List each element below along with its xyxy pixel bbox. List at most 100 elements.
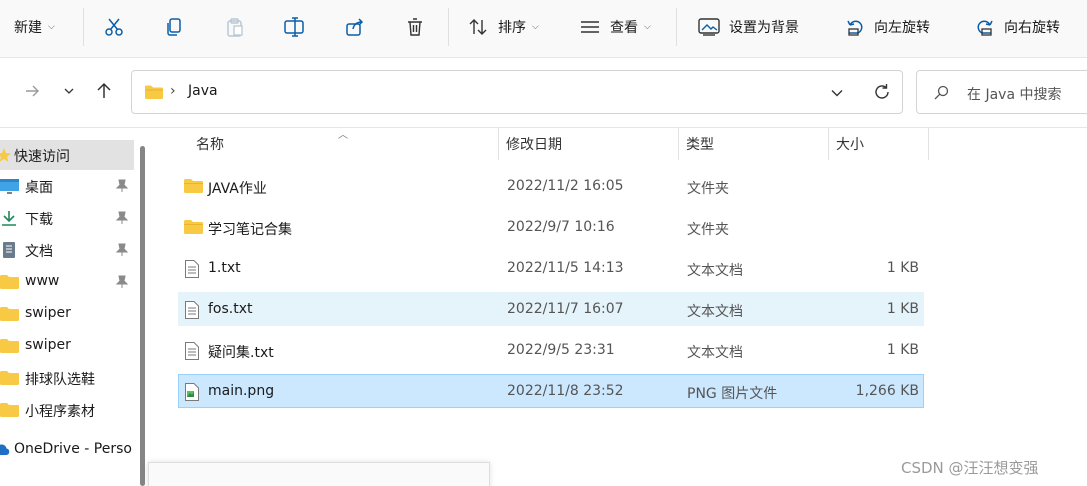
file-size: 1 KB (886, 260, 919, 276)
folder-icon (0, 403, 19, 417)
file-name: 疑问集.txt (208, 345, 274, 361)
sidebar-item-label: 桌面 (25, 180, 53, 196)
sort-button[interactable]: 排序 ⌵ (468, 0, 539, 54)
column-divider[interactable] (928, 128, 929, 160)
refresh-icon (875, 84, 889, 99)
recent-locations-button[interactable] (60, 78, 78, 104)
rename-button[interactable] (284, 0, 306, 54)
document-icon (3, 242, 15, 258)
picture-icon (698, 18, 720, 36)
file-row[interactable]: main.png 2022/11/8 23:52 PNG 图片文件 1,266 … (178, 374, 924, 408)
folder-icon (184, 220, 203, 234)
up-button[interactable] (92, 78, 116, 104)
share-button[interactable] (345, 0, 365, 54)
set-as-background-button[interactable]: 设置为背景 (698, 0, 799, 54)
column-header-label: 名称 (196, 137, 224, 153)
forward-button[interactable] (20, 78, 44, 104)
folder-icon (0, 307, 19, 321)
navigation-pane: 快速访问 桌面 下载 文档 www swiper swiper 排球队选鞋 小程… (0, 128, 148, 486)
sidebar-item-label: 小程序素材 (25, 404, 95, 420)
sidebar-item-www[interactable]: www (0, 267, 134, 297)
column-header-type[interactable]: 类型 (686, 128, 714, 160)
copy-button[interactable] (165, 0, 185, 54)
text-file-icon (185, 301, 199, 319)
copy-icon (167, 18, 181, 36)
sort-label: 排序 (498, 20, 526, 36)
file-size: 1 KB (886, 342, 919, 358)
sidebar-item-label: www (25, 273, 60, 289)
rotate-left-button[interactable]: 向左旋转 (845, 0, 930, 54)
sidebar-item-swiper-2[interactable]: swiper (0, 331, 134, 361)
sidebar-item-documents[interactable]: 文档 (0, 235, 134, 265)
file-row[interactable]: 疑问集.txt 2022/9/5 23:31 文本文档 1 KB (178, 333, 924, 367)
rotate-right-button[interactable]: 向右旋转 (975, 0, 1060, 54)
file-name: fos.txt (208, 301, 253, 317)
file-name: 1.txt (208, 260, 241, 276)
navigation-bar: › Java 在 Java 中搜索 (0, 58, 1087, 128)
new-label: 新建 (14, 20, 42, 36)
sort-icon (469, 19, 487, 35)
file-modified: 2022/11/8 23:52 (507, 383, 624, 399)
column-header-label: 类型 (686, 137, 714, 153)
file-modified: 2022/9/5 23:31 (507, 342, 615, 358)
file-row[interactable]: JAVA作业 2022/11/2 16:05 文件夹 (178, 169, 924, 203)
file-modified: 2022/11/7 16:07 (507, 301, 624, 317)
file-size: 1,266 KB (855, 383, 919, 399)
toolbar-divider (448, 8, 449, 46)
column-divider[interactable] (828, 128, 829, 160)
sidebar-item-label: OneDrive - Perso (14, 441, 132, 457)
address-bar[interactable]: › Java (131, 70, 903, 114)
search-placeholder: 在 Java 中搜索 (967, 87, 1062, 103)
file-modified: 2022/11/2 16:05 (507, 178, 624, 194)
breadcrumb-item-java[interactable]: Java (188, 83, 218, 99)
sidebar-item-downloads[interactable]: 下载 (0, 203, 134, 233)
cut-button[interactable] (104, 0, 124, 54)
search-icon (934, 85, 949, 100)
new-button[interactable]: 新建 ⌵ (0, 0, 55, 54)
file-row[interactable]: 学习笔记合集 2022/9/7 10:16 文件夹 (178, 210, 924, 244)
view-list-icon (581, 21, 599, 33)
view-button[interactable]: 查看 ⌵ (579, 0, 651, 54)
file-row[interactable]: 1.txt 2022/11/5 14:13 文本文档 1 KB (178, 251, 924, 285)
watermark: CSDN @汪汪想变强 (901, 459, 1039, 477)
folder-icon (0, 371, 19, 385)
download-icon (2, 211, 16, 226)
file-name: main.png (208, 383, 275, 399)
sidebar-item-onedrive[interactable]: OneDrive - Perso (0, 435, 134, 465)
column-divider[interactable] (678, 128, 679, 160)
sidebar-item-desktop[interactable]: 桌面 (0, 171, 134, 201)
clipboard-icon (227, 18, 243, 37)
column-header-name[interactable]: 名称 (196, 128, 224, 160)
file-type: 文本文档 (687, 345, 743, 361)
star-icon (0, 148, 11, 162)
sidebar-item-volleyball-shoes[interactable]: 排球队选鞋 (0, 363, 134, 393)
sidebar-item-mini-program-assets[interactable]: 小程序素材 (0, 395, 134, 425)
column-divider[interactable] (498, 128, 499, 160)
details-popup (148, 462, 490, 486)
cloud-icon (0, 444, 10, 455)
pin-icon (116, 275, 128, 288)
sidebar-item-label: 下载 (25, 212, 53, 228)
chevron-down-icon: ⌵ (532, 22, 539, 32)
view-label: 查看 (610, 20, 638, 36)
sidebar-item-label: 文档 (25, 244, 53, 260)
rotate-left-icon (847, 20, 863, 36)
file-modified: 2022/11/5 14:13 (507, 260, 624, 276)
file-row[interactable]: fos.txt 2022/11/7 16:07 文本文档 1 KB (178, 292, 924, 326)
pin-icon (116, 243, 128, 256)
column-header-size[interactable]: 大小 (836, 128, 864, 160)
trash-icon (408, 18, 422, 36)
file-name: JAVA作业 (208, 181, 267, 197)
sidebar-item-quick-access[interactable]: 快速访问 (0, 140, 134, 170)
text-file-icon (185, 260, 199, 278)
column-header-modified[interactable]: 修改日期 (506, 128, 562, 160)
set-as-background-label: 设置为背景 (729, 20, 799, 36)
paste-button[interactable] (225, 0, 245, 54)
delete-button[interactable] (405, 0, 425, 54)
file-modified: 2022/9/7 10:16 (507, 219, 615, 235)
search-box[interactable]: 在 Java 中搜索 (916, 70, 1087, 114)
file-type: PNG 图片文件 (687, 386, 778, 402)
sidebar-scrollbar[interactable] (140, 146, 145, 486)
file-type: 文本文档 (687, 304, 743, 320)
sidebar-item-swiper[interactable]: swiper (0, 299, 134, 329)
